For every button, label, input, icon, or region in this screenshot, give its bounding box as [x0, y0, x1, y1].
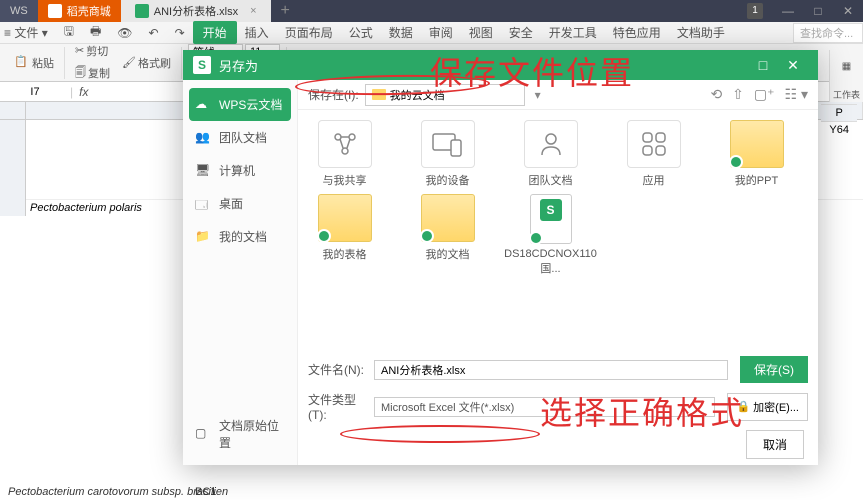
table-style-button[interactable]: ▦ [833, 54, 861, 78]
file-item-sheets[interactable]: 我的表格 [302, 194, 387, 276]
menu-security[interactable]: 安全 [501, 24, 541, 41]
folder-icon [421, 194, 475, 242]
folder-icon [730, 120, 784, 168]
formatpainter-button[interactable]: 🖌格式刷 [118, 53, 175, 73]
encrypt-button[interactable]: 🔒加密(E)... [727, 393, 808, 421]
file-item-apps[interactable]: 应用 [611, 120, 696, 188]
paste-icon: 📋 [14, 55, 30, 71]
dialog-title: 另存为 [219, 56, 748, 75]
close-button[interactable]: ✕ [833, 4, 863, 18]
cut-button[interactable]: ✂ 剪切 [71, 41, 114, 61]
file-item-team[interactable]: 团队文档 [508, 120, 593, 188]
save-as-dialog: S 另存为 □ ✕ ☁WPS云文档 👥团队文档 🖥计算机 🗔桌面 📁我的文档 ▢… [183, 50, 818, 465]
file-item-device[interactable]: 我的设备 [405, 120, 490, 188]
menu-review[interactable]: 审阅 [421, 24, 461, 41]
command-search[interactable]: 查找命令... [793, 23, 863, 43]
side-toolbar: ▦ 工作表 [829, 50, 863, 106]
view-icon[interactable]: ☷ ▾ [785, 86, 808, 103]
location-icon: ▢ [195, 426, 211, 442]
cell-p1[interactable]: Y64 [821, 121, 857, 138]
dialog-titlebar[interactable]: S 另存为 □ ✕ [183, 50, 818, 80]
sidebar-item-mydocs[interactable]: 📁我的文档 [183, 220, 297, 253]
lock-icon: 🔒 [736, 400, 750, 413]
fx-icon[interactable]: fx [73, 85, 94, 99]
maximize-button[interactable]: □ [803, 4, 833, 18]
file-grid[interactable]: 与我共享 我的设备 团队文档 应用 我的PPT 我的表格 我的文档 DS18CD… [298, 110, 818, 352]
qat-preview[interactable]: 👁 [109, 26, 140, 40]
path-input[interactable]: 我的云文档 [365, 84, 525, 106]
dialog-maximize-icon[interactable]: □ [748, 57, 778, 73]
dialog-app-icon: S [193, 56, 211, 74]
menu-devtools[interactable]: 开发工具 [541, 24, 605, 41]
folder-icon: 📁 [195, 229, 211, 245]
notification-badge[interactable]: 1 [747, 3, 763, 19]
sidebar-item-desktop[interactable]: 🗔桌面 [183, 187, 297, 220]
sidebar-item-cloud[interactable]: ☁WPS云文档 [189, 88, 291, 121]
cell-reference[interactable] [0, 86, 70, 98]
folder-icon [372, 89, 386, 100]
file-item-share[interactable]: 与我共享 [302, 120, 387, 188]
qat-redo[interactable]: ↷ [167, 26, 193, 40]
file-item-docs[interactable]: 我的文档 [405, 194, 490, 276]
far-cells: P Y64 [821, 104, 857, 138]
tab-wps[interactable]: WS [0, 0, 38, 22]
up-icon[interactable]: ⇧ [732, 86, 744, 103]
cancel-button[interactable]: 取消 [746, 430, 804, 459]
tab-close-icon[interactable]: × [250, 5, 256, 17]
path-bar: 保存在(I): 我的云文档 ▾ ⟲ ⇧ ▢⁺ ☷ ▾ [298, 80, 818, 110]
path-dropdown-icon[interactable]: ▾ [531, 88, 545, 102]
cloud-icon: ☁ [195, 97, 211, 113]
menu-insert[interactable]: 插入 [237, 24, 277, 41]
desktop-icon: 🗔 [195, 196, 211, 212]
paste-button[interactable]: 📋粘贴 [10, 53, 58, 73]
file-item-xlsx[interactable]: DS18CDCNOX110 国... [508, 194, 593, 276]
computer-icon: 🖥 [195, 163, 211, 179]
menu-formula[interactable]: 公式 [341, 24, 381, 41]
menu-special[interactable]: 特色应用 [605, 24, 669, 41]
newfolder-icon[interactable]: ▢⁺ [754, 86, 775, 103]
sidebar-item-computer[interactable]: 🖥计算机 [183, 154, 297, 187]
back-icon[interactable]: ⟲ [710, 86, 722, 103]
menu-hamburger[interactable]: ≡ 文件 ▾ [0, 24, 56, 41]
filetype-label: 文件类型(T): [308, 391, 368, 422]
cell-bc[interactable]: BC1 [195, 486, 216, 498]
tab-active-file[interactable]: ANI分析表格.xlsx × [121, 0, 271, 22]
tab-store[interactable]: 稻壳商城 [38, 0, 121, 22]
title-bar: WS 稻壳商城 ANI分析表格.xlsx × + 1 — □ ✕ [0, 0, 863, 22]
store-icon [48, 4, 62, 18]
filename-label: 文件名(N): [308, 361, 368, 378]
copy-button[interactable]: 🗐 复制 [71, 62, 114, 85]
team-icon: 👥 [195, 130, 211, 146]
folder-icon [318, 194, 372, 242]
tab-file-label: ANI分析表格.xlsx [154, 3, 238, 19]
col-header-p[interactable]: P [821, 104, 857, 121]
menu-view[interactable]: 视图 [461, 24, 501, 41]
menu-layout[interactable]: 页面布局 [277, 24, 341, 41]
sidebar-item-team[interactable]: 👥团队文档 [183, 121, 297, 154]
xlsx-file-icon [530, 194, 572, 244]
menu-data[interactable]: 数据 [381, 24, 421, 41]
path-label: 保存在(I): [308, 86, 359, 103]
xlsx-icon [135, 4, 149, 18]
minimize-button[interactable]: — [773, 4, 803, 18]
menu-helper[interactable]: 文档助手 [669, 24, 733, 41]
file-item-ppt[interactable]: 我的PPT [714, 120, 799, 188]
sidebar-item-original[interactable]: ▢文档原始位置 [183, 409, 298, 459]
dialog-close-icon[interactable]: ✕ [778, 57, 808, 74]
dialog-main: 保存在(I): 我的云文档 ▾ ⟲ ⇧ ▢⁺ ☷ ▾ 与我共享 我的设备 团队文… [298, 80, 818, 465]
menu-bar: ≡ 文件 ▾ 🖫 🖶 👁 ↶ ↷ 开始 插入 页面布局 公式 数据 审阅 视图 … [0, 22, 863, 44]
new-tab-button[interactable]: + [271, 2, 300, 20]
filetype-input[interactable] [374, 397, 715, 417]
qat-undo[interactable]: ↶ [141, 26, 167, 40]
save-button[interactable]: 保存(S) [740, 356, 808, 383]
menu-start[interactable]: 开始 [193, 21, 237, 44]
filename-input[interactable] [374, 360, 728, 380]
dialog-sidebar: ☁WPS云文档 👥团队文档 🖥计算机 🗔桌面 📁我的文档 ▢文档原始位置 [183, 80, 298, 465]
